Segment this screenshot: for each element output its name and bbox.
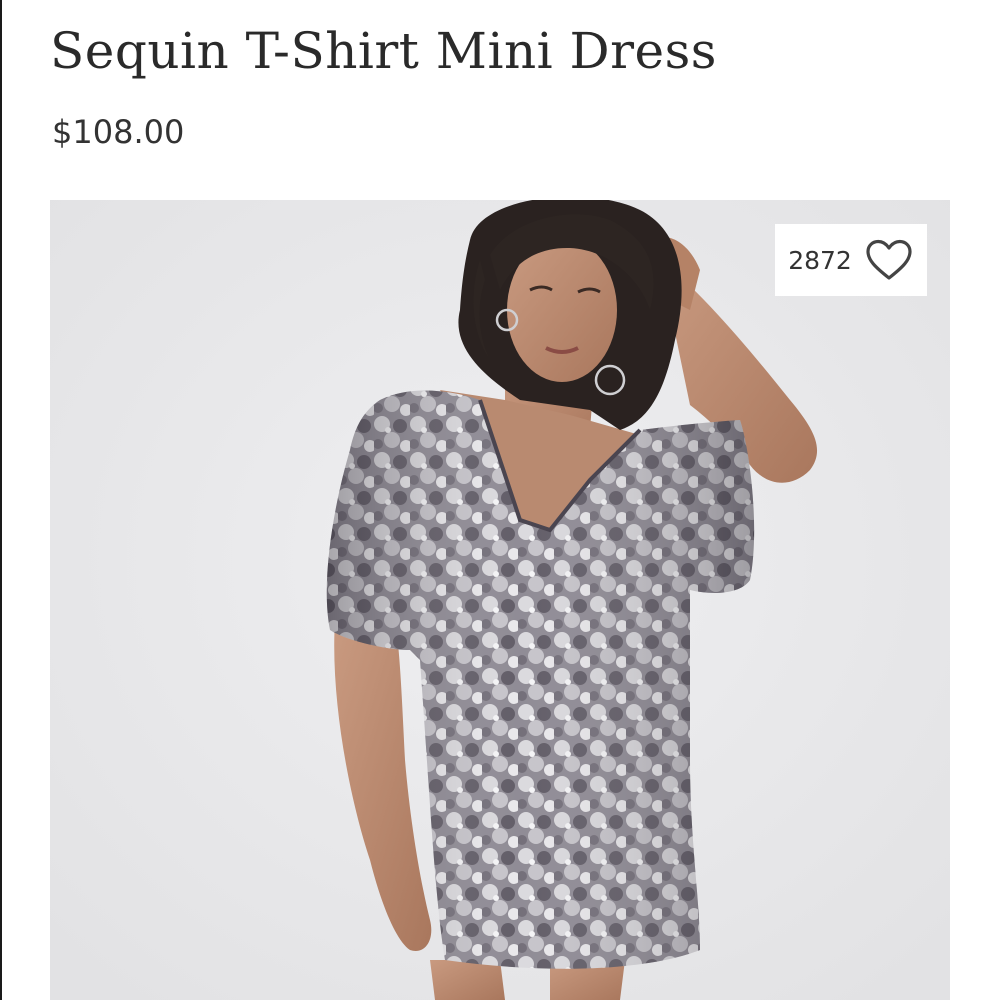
- product-image[interactable]: 2872: [50, 200, 950, 1000]
- product-title: Sequin T-Shirt Mini Dress: [50, 22, 717, 80]
- product-price: $108.00: [52, 113, 185, 151]
- product-page: Sequin T-Shirt Mini Dress $108.00 2872: [0, 0, 1000, 1000]
- heart-outline-icon: [864, 238, 914, 282]
- model-illustration: [50, 200, 950, 1000]
- left-border: [0, 0, 2, 1000]
- favorite-count: 2872: [788, 245, 852, 275]
- favorite-button[interactable]: 2872: [775, 224, 927, 296]
